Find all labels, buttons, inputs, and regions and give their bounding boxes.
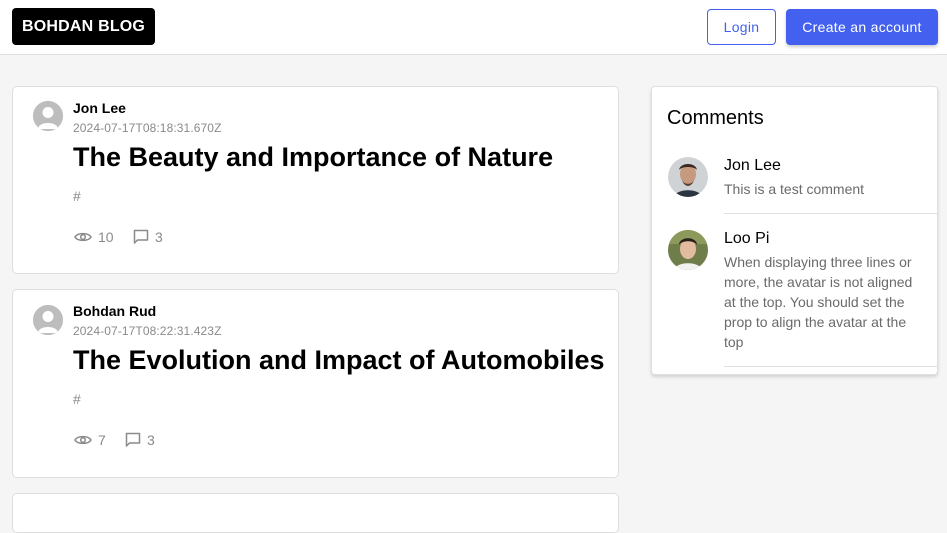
- app-header: BOHDAN BLOG Login Create an account: [0, 0, 947, 55]
- comment-author: Jon Lee: [724, 157, 781, 174]
- comments-value: 3: [147, 432, 155, 448]
- post-title[interactable]: The Evolution and Impact of Automobiles: [73, 345, 605, 376]
- default-user-avatar-icon: [33, 101, 63, 131]
- eye-icon: [74, 232, 92, 242]
- comment-divider: [724, 213, 937, 214]
- comments-count: 3: [133, 229, 163, 245]
- comment-icon: [133, 229, 149, 244]
- views-value: 10: [98, 229, 114, 245]
- post-title[interactable]: The Beauty and Importance of Nature: [73, 142, 553, 173]
- comment-icon: [125, 432, 141, 447]
- post-date: 2024-07-17T08:18:31.670Z: [73, 121, 222, 135]
- site-logo[interactable]: BOHDAN BLOG: [12, 8, 156, 45]
- post-card[interactable]: [12, 493, 619, 533]
- views-count: 10: [74, 229, 114, 245]
- views-count: 7: [74, 432, 106, 448]
- user-photo-icon: [668, 157, 708, 197]
- views-value: 7: [98, 432, 106, 448]
- login-button[interactable]: Login: [707, 9, 776, 45]
- user-photo-icon: [668, 230, 708, 270]
- post-tag[interactable]: #: [73, 188, 81, 204]
- create-account-button[interactable]: Create an account: [786, 9, 938, 45]
- comment-text: When displaying three lines or more, the…: [724, 254, 913, 350]
- comment-text: This is a test comment: [724, 181, 865, 197]
- comment-divider: [724, 366, 937, 367]
- comment-author: Loo Pi: [724, 230, 770, 247]
- post-card[interactable]: Jon Lee 2024-07-17T08:18:31.670Z The Bea…: [12, 86, 619, 274]
- post-author: Bohdan Rud: [73, 303, 157, 319]
- comment-avatar: [668, 157, 708, 197]
- post-author: Jon Lee: [73, 100, 126, 116]
- comments-value: 3: [155, 229, 163, 245]
- author-avatar: [33, 101, 63, 131]
- author-avatar: [33, 305, 63, 335]
- comments-count: 3: [125, 432, 155, 448]
- default-user-avatar-icon: [33, 305, 63, 335]
- comment-avatar: [668, 230, 708, 270]
- comments-title: Comments: [667, 107, 764, 129]
- post-date: 2024-07-17T08:22:31.423Z: [73, 324, 222, 338]
- comments-panel: Comments Jon Lee This is a test comment …: [651, 86, 938, 375]
- post-tag[interactable]: #: [73, 391, 81, 407]
- eye-icon: [74, 435, 92, 445]
- post-card[interactable]: Bohdan Rud 2024-07-17T08:22:31.423Z The …: [12, 289, 619, 478]
